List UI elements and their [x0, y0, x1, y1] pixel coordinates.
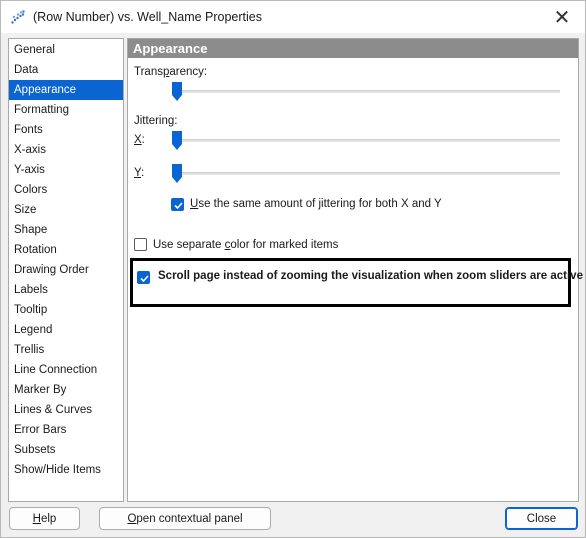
nav-item-lines-curves[interactable]: Lines & Curves: [9, 400, 123, 420]
open-contextual-panel-button[interactable]: Open contextual panel: [99, 507, 271, 530]
slider-thumb[interactable]: [172, 164, 182, 183]
nav-item-trellis[interactable]: Trellis: [9, 340, 123, 360]
nav-item-drawing-order[interactable]: Drawing Order: [9, 260, 123, 280]
nav-item-rotation[interactable]: Rotation: [9, 240, 123, 260]
category-list[interactable]: General Data Appearance Formatting Fonts…: [8, 38, 124, 502]
nav-item-show-hide-items[interactable]: Show/Hide Items: [9, 460, 123, 480]
highlight-frame: [130, 258, 571, 307]
same-jitter-checkbox[interactable]: [171, 198, 184, 211]
nav-item-shape[interactable]: Shape: [9, 220, 123, 240]
checkmark-icon: [140, 275, 149, 283]
separate-color-checkbox[interactable]: [134, 238, 147, 251]
nav-item-fonts[interactable]: Fonts: [9, 120, 123, 140]
nav-item-legend[interactable]: Legend: [9, 320, 123, 340]
close-button[interactable]: Close: [505, 507, 578, 530]
section-header: Appearance: [128, 39, 578, 58]
nav-item-general[interactable]: General: [9, 40, 123, 60]
jitter-y-slider[interactable]: [172, 164, 560, 186]
slider-track: [172, 139, 560, 142]
same-jitter-label[interactable]: Use the same amount of jittering for bot…: [190, 198, 442, 210]
nav-item-subsets[interactable]: Subsets: [9, 440, 123, 460]
nav-item-error-bars[interactable]: Error Bars: [9, 420, 123, 440]
properties-dialog: (Row Number) vs. Well_Name Properties ✕ …: [0, 0, 586, 538]
scatter-plot-icon: [10, 9, 26, 25]
nav-item-tooltip[interactable]: Tooltip: [9, 300, 123, 320]
slider-thumb[interactable]: [172, 131, 182, 150]
nav-item-appearance[interactable]: Appearance: [9, 80, 123, 100]
jitter-y-label: Y:: [134, 167, 145, 179]
scroll-page-label[interactable]: Scroll page instead of zooming the visua…: [158, 270, 583, 282]
nav-item-colors[interactable]: Colors: [9, 180, 123, 200]
slider-track: [172, 172, 560, 175]
jitter-x-label: X:: [134, 134, 145, 146]
help-button[interactable]: Help: [9, 507, 80, 530]
nav-item-data[interactable]: Data: [9, 60, 123, 80]
nav-item-x-axis[interactable]: X-axis: [9, 140, 123, 160]
nav-item-marker-by[interactable]: Marker By: [9, 380, 123, 400]
nav-item-labels[interactable]: Labels: [9, 280, 123, 300]
window-title: (Row Number) vs. Well_Name Properties: [33, 10, 262, 24]
nav-item-y-axis[interactable]: Y-axis: [9, 160, 123, 180]
slider-track: [172, 90, 560, 93]
checkmark-icon: [174, 202, 183, 210]
scroll-page-checkbox[interactable]: [137, 271, 150, 284]
close-window-button[interactable]: ✕: [539, 1, 585, 33]
nav-item-formatting[interactable]: Formatting: [9, 100, 123, 120]
nav-item-line-connection[interactable]: Line Connection: [9, 360, 123, 380]
transparency-label: Transparency:: [134, 66, 208, 78]
slider-thumb[interactable]: [172, 82, 182, 101]
separate-color-label[interactable]: Use separate color for marked items: [153, 239, 338, 251]
transparency-slider[interactable]: [172, 82, 560, 104]
nav-item-size[interactable]: Size: [9, 200, 123, 220]
title-bar: (Row Number) vs. Well_Name Properties ✕: [1, 1, 585, 33]
jitter-x-slider[interactable]: [172, 131, 560, 153]
jittering-label: Jittering:: [134, 115, 178, 127]
